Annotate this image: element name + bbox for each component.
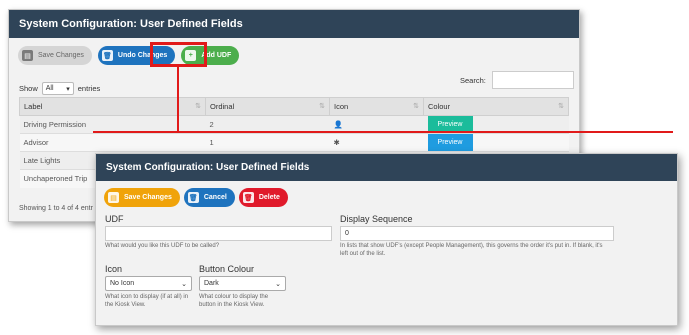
row-colour-cell: Preview [423, 133, 569, 152]
entries-select-value: All [45, 85, 54, 92]
display-sequence-input[interactable]: 0 [340, 226, 614, 241]
row-ordinal: 1 [205, 133, 330, 152]
list-panel-title: System Configuration: User Defined Field… [9, 10, 579, 38]
udf-field-label: UDF [105, 214, 124, 224]
save-icon: ▤ [108, 192, 119, 203]
button-colour-help-line: button in the Kiosk View. [199, 301, 265, 308]
column-header-text: Colour [428, 102, 451, 111]
search-label: Search: [460, 75, 486, 85]
save-icon: ▤ [22, 50, 33, 61]
search-input[interactable] [491, 71, 574, 89]
edit-panel-title: System Configuration: User Defined Field… [96, 154, 677, 181]
person-icon: 👤 [333, 120, 343, 129]
icon-help-text: What icon to display (if at all) in the … [105, 294, 200, 309]
button-colour-help: What colour to display the button in the… [199, 294, 294, 309]
connector-line-horizontal [93, 131, 673, 133]
chevron-down-icon: ⌄ [181, 280, 187, 288]
button-colour-label: Button Colour [199, 264, 255, 274]
sort-icon: ⇅ [319, 103, 325, 110]
button-colour-help-line: What colour to display the [199, 294, 269, 300]
display-sequence-help-line: In lists that show UDF's (except People … [340, 243, 603, 249]
delete-label: Delete [258, 194, 280, 201]
table-info-footer: Showing 1 to 4 of 4 entr [19, 205, 93, 212]
save-changes-label: Save Changes [124, 194, 172, 201]
cancel-label: Cancel [203, 194, 227, 201]
chevron-down-icon: ▾ [66, 85, 70, 93]
button-colour-value: Dark [204, 280, 219, 287]
sort-icon: ⇅ [195, 103, 201, 110]
icon-select-value: No Icon [110, 280, 135, 287]
edit-toolbar: ▤ Save Changes 🗑 Cancel 🗑 Delete [104, 188, 288, 207]
column-header-colour[interactable]: Colour ⇅ [423, 97, 569, 116]
udf-edit-panel: System Configuration: User Defined Field… [95, 153, 678, 326]
show-label: Show [19, 84, 38, 93]
row-label: Advisor [19, 133, 206, 152]
trash-icon: 🗑 [187, 192, 199, 203]
icon-field-label: Icon [105, 264, 123, 274]
entries-length-control: Show All ▾ entries [19, 82, 100, 95]
sort-icon: ⇅ [413, 103, 419, 110]
column-header-ordinal[interactable]: Ordinal ⇅ [205, 97, 330, 116]
save-changes-button[interactable]: ▤ Save Changes [18, 46, 92, 65]
search-control: Search: [460, 71, 574, 89]
display-sequence-help: In lists that show UDF's (except People … [340, 243, 640, 258]
display-sequence-label: Display Sequence [340, 214, 413, 224]
column-header-text: Ordinal [210, 102, 235, 111]
add-udf-highlight [150, 42, 207, 67]
button-colour-select[interactable]: Dark ⌄ [199, 276, 286, 291]
column-header-text: Label [24, 102, 43, 111]
cancel-button[interactable]: 🗑 Cancel [183, 188, 235, 207]
table-header-row: Label ⇅ Ordinal ⇅ Icon ⇅ Colour ⇅ [19, 97, 569, 116]
save-changes-button[interactable]: ▤ Save Changes [104, 188, 180, 207]
icon-select[interactable]: No Icon ⌄ [105, 276, 192, 291]
save-changes-label: Save Changes [38, 52, 84, 59]
entries-label: entries [77, 84, 101, 93]
sort-icon: ⇅ [558, 103, 564, 110]
column-header-text: Icon [334, 102, 349, 111]
trash-icon: 🗑 [101, 50, 113, 61]
row-icon-cell: ✱ [329, 133, 424, 152]
udf-help-text: What would you like this UDF to be calle… [105, 243, 220, 249]
connector-line-vertical [177, 66, 179, 131]
asterisk-icon: ✱ [333, 138, 340, 147]
colour-preview-button[interactable]: Preview [427, 134, 473, 151]
chevron-down-icon: ⌄ [275, 280, 281, 288]
column-header-icon[interactable]: Icon ⇅ [329, 97, 424, 116]
entries-select[interactable]: All ▾ [41, 82, 74, 95]
icon-help-line: the Kiosk View. [105, 301, 146, 308]
icon-help-line: What icon to display (if at all) in [105, 294, 189, 300]
display-sequence-help-line: left out of the list. [340, 250, 386, 257]
udf-name-input[interactable] [105, 226, 332, 241]
delete-button[interactable]: 🗑 Delete [238, 188, 288, 207]
trash-icon: 🗑 [242, 192, 254, 203]
table-row[interactable]: Advisor 1 ✱ Preview [19, 133, 569, 152]
